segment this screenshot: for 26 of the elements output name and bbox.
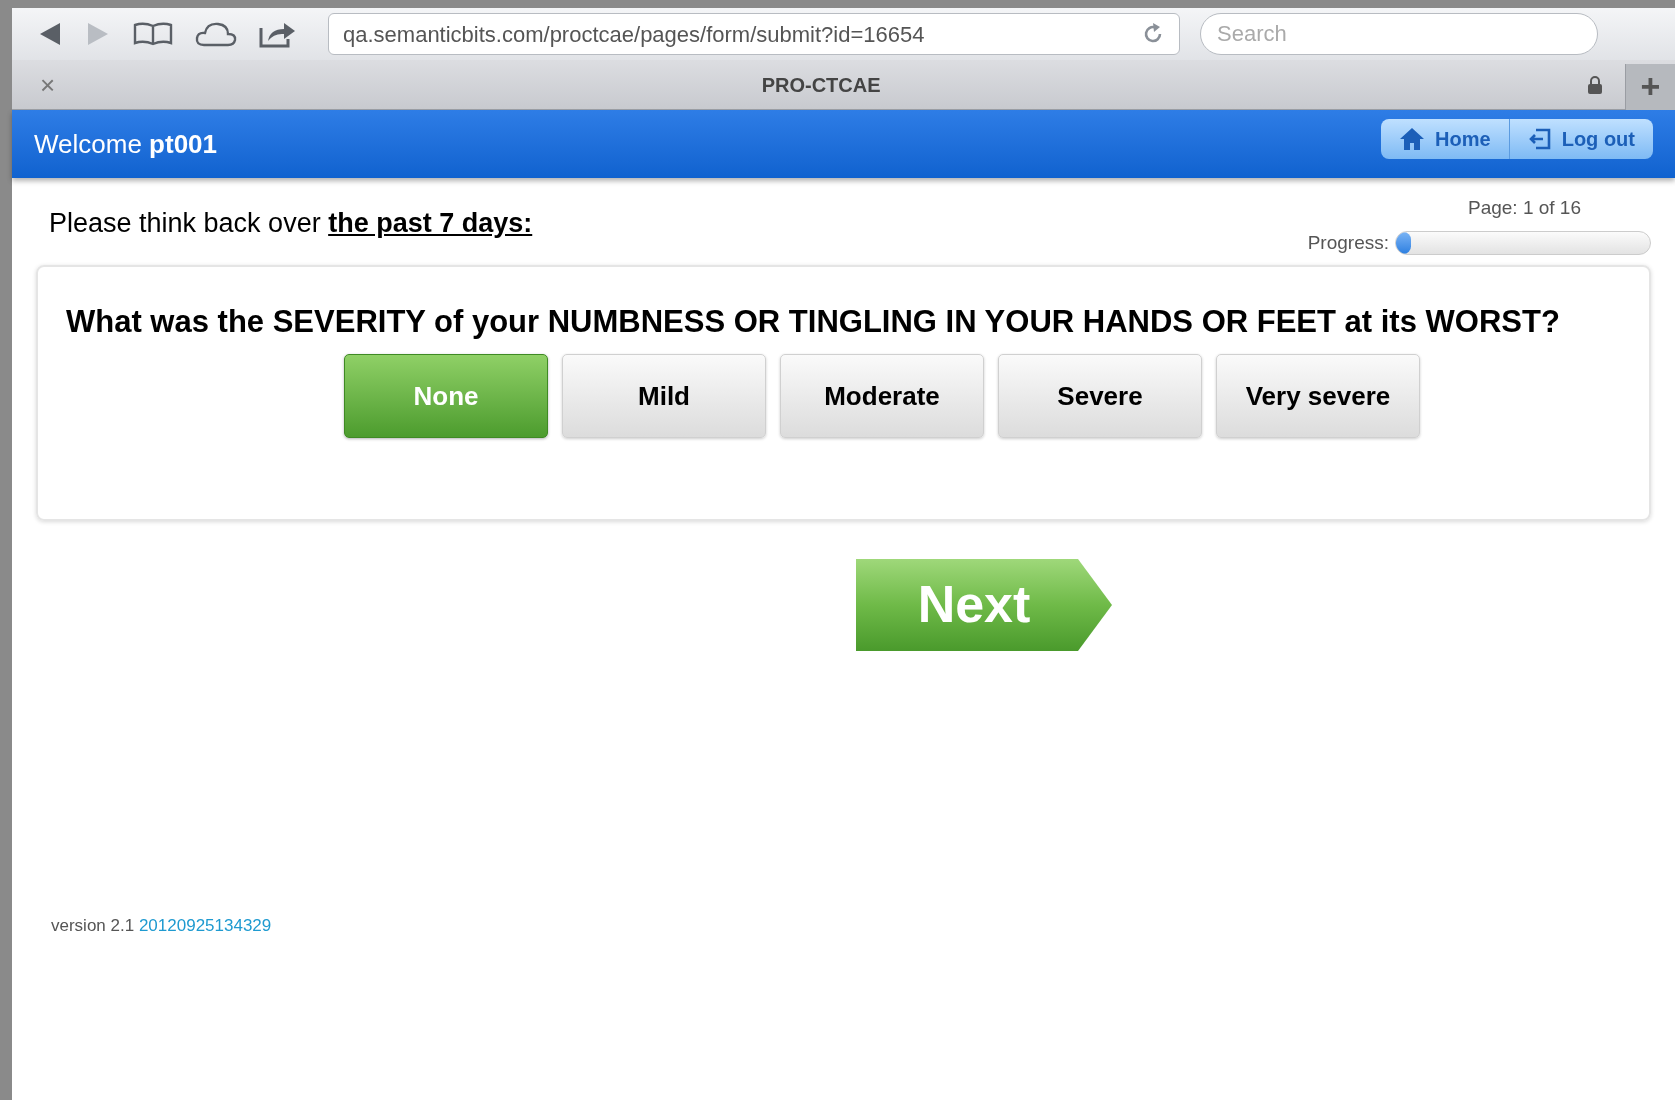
close-tab-button[interactable]: × bbox=[40, 71, 56, 98]
answer-option[interactable]: Severe bbox=[998, 354, 1202, 438]
search-field[interactable]: Search bbox=[1200, 13, 1598, 55]
next-button[interactable]: Next bbox=[856, 559, 1112, 651]
answer-option[interactable]: Moderate bbox=[780, 354, 984, 438]
answer-option[interactable]: Very severe bbox=[1216, 354, 1420, 438]
home-button[interactable]: Home bbox=[1381, 119, 1509, 159]
instruction-text: Please think back over the past 7 days: bbox=[49, 206, 533, 240]
address-field[interactable]: qa.semanticbits.com/proctcae/pages/form/submit?id=16654 bbox=[328, 13, 1180, 55]
question-text: What was the SEVERITY of your NUMBNESS OR TINGLING IN YOUR HANDS OR FEET at its WORST? bbox=[66, 303, 1561, 340]
page-indicator: Page: 1 of 16 bbox=[1467, 196, 1581, 220]
logout-button[interactable]: Log out bbox=[1508, 119, 1653, 159]
build-link[interactable]: 20120925134329 bbox=[138, 916, 272, 935]
answer-option[interactable]: Mild bbox=[562, 354, 766, 438]
new-tab-button[interactable]: + bbox=[1625, 63, 1675, 110]
home-icon bbox=[1399, 127, 1426, 151]
answer-option[interactable]: None bbox=[344, 354, 548, 438]
progress-label: Progress: bbox=[1307, 230, 1389, 255]
version-text: version 2.1 bbox=[51, 916, 135, 935]
url-text: qa.semanticbits.com/proctcae/pages/form/submit?id=16654 bbox=[343, 20, 925, 49]
logout-icon bbox=[1527, 127, 1552, 151]
tab-title[interactable]: PRO-CTCAE bbox=[55, 69, 1587, 100]
lock-icon bbox=[1587, 75, 1603, 94]
book-icon[interactable] bbox=[132, 21, 174, 47]
cloud-icon[interactable] bbox=[194, 20, 238, 48]
welcome-text: Welcome pt001 bbox=[34, 127, 218, 161]
